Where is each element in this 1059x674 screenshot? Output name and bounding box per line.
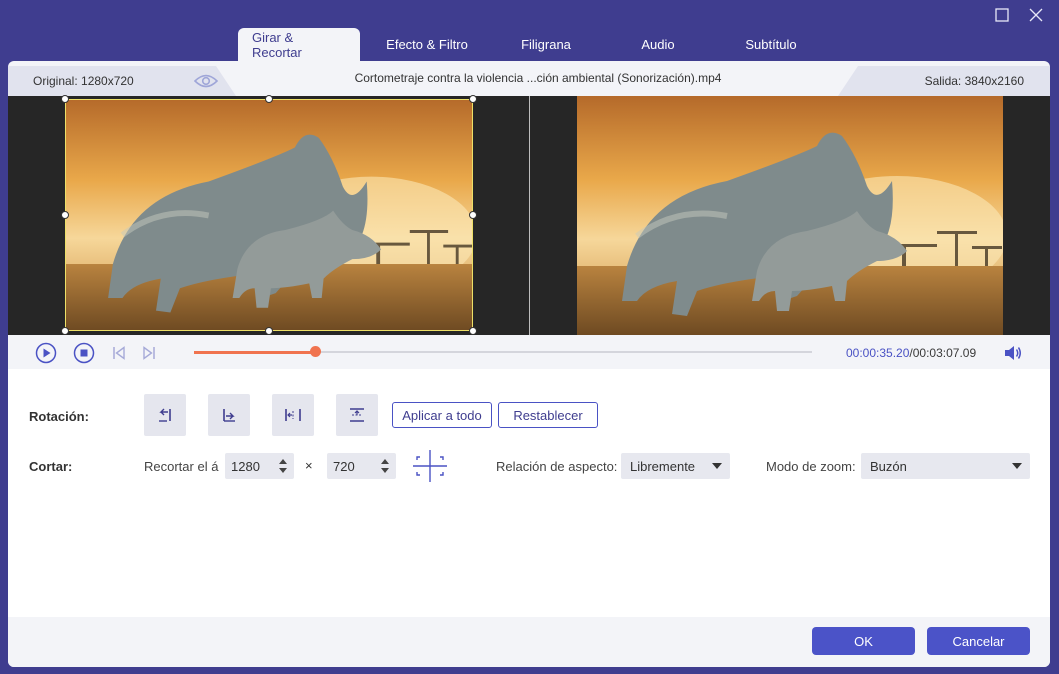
- flip-horizontal-icon: [285, 409, 301, 421]
- flip-horizontal-button[interactable]: [272, 394, 314, 436]
- cancel-button[interactable]: Cancelar: [927, 627, 1030, 655]
- aspect-ratio-select[interactable]: Libremente: [621, 453, 730, 479]
- output-resolution: Salida: 3840x2160: [924, 74, 1024, 88]
- center-crop-icon[interactable]: [411, 450, 449, 482]
- preview-area: [8, 95, 1050, 335]
- skip-back-icon: [113, 346, 125, 360]
- tab-bar: Girar & Recortar Efecto & Filtro Filigra…: [238, 28, 824, 61]
- skip-forward-icon: [143, 346, 155, 360]
- info-bar: Original: 1280x720 Cortometraje contra l…: [8, 66, 1050, 96]
- crop-area-label: Recortar el á: [144, 459, 219, 474]
- apply-to-all-button[interactable]: Aplicar a todo: [392, 402, 492, 428]
- tab-rotate-crop[interactable]: Girar & Recortar: [238, 28, 360, 61]
- progress-bar[interactable]: [194, 346, 812, 357]
- volume-icon: [1005, 346, 1021, 360]
- crop-handle[interactable]: [61, 327, 69, 335]
- aspect-ratio-value: Libremente: [630, 459, 696, 474]
- rotate-crop-dialog: Girar & Recortar Efecto & Filtro Filigra…: [0, 0, 1059, 674]
- crop-width-stepper[interactable]: 1280: [225, 453, 294, 479]
- progress-fill: [194, 351, 315, 354]
- zoom-mode-label: Modo de zoom:: [766, 459, 856, 474]
- chevron-down-icon: [1012, 463, 1022, 469]
- original-resolution: Original: 1280x720: [33, 74, 134, 88]
- maximize-icon: [995, 8, 1009, 22]
- next-frame-button[interactable]: [140, 341, 158, 365]
- progress-knob[interactable]: [309, 346, 321, 357]
- volume-button[interactable]: [1002, 341, 1024, 365]
- rotate-left-button[interactable]: [144, 394, 186, 436]
- crop-width-value: 1280: [231, 459, 260, 474]
- rotate-right-button[interactable]: [208, 394, 250, 436]
- total-time: 00:03:07.09: [912, 346, 977, 360]
- crop-rectangle[interactable]: [65, 99, 473, 331]
- crop-handle[interactable]: [469, 211, 477, 219]
- close-icon: [1029, 8, 1043, 22]
- maximize-button[interactable]: [991, 4, 1013, 26]
- previous-frame-button[interactable]: [110, 341, 128, 365]
- crop-handle[interactable]: [265, 95, 273, 103]
- eye-icon[interactable]: [194, 73, 218, 89]
- current-time: 00:00:35.20: [846, 346, 910, 360]
- crop-handle[interactable]: [265, 327, 273, 335]
- tab-subtitle[interactable]: Subtítulo: [718, 28, 824, 61]
- play-icon: [35, 342, 57, 364]
- increment-icon[interactable]: [380, 457, 390, 465]
- play-button[interactable]: [34, 341, 58, 365]
- main-panel: Original: 1280x720 Cortometraje contra l…: [8, 61, 1050, 667]
- decrement-icon[interactable]: [380, 467, 390, 475]
- tab-audio[interactable]: Audio: [598, 28, 718, 61]
- stop-button[interactable]: [72, 341, 96, 365]
- reset-button[interactable]: Restablecer: [498, 402, 598, 428]
- settings-area: Rotación: Aplicar a todo Restablecer Cor…: [8, 369, 1050, 617]
- rotation-label: Rotación:: [29, 409, 89, 424]
- crop-height-stepper[interactable]: 720: [327, 453, 396, 479]
- decrement-icon[interactable]: [278, 467, 288, 475]
- time-display: 00:00:35.20/00:03:07.09: [846, 346, 976, 360]
- zoom-mode-select[interactable]: Buzón: [861, 453, 1030, 479]
- crop-height-value: 720: [333, 459, 355, 474]
- dialog-footer: OK Cancelar: [8, 617, 1050, 667]
- flip-vertical-button[interactable]: [336, 394, 378, 436]
- crop-handle[interactable]: [469, 327, 477, 335]
- increment-icon[interactable]: [278, 457, 288, 465]
- chevron-down-icon: [712, 463, 722, 469]
- crop-handle[interactable]: [61, 211, 69, 219]
- crop-handle[interactable]: [469, 95, 477, 103]
- playback-controls: 00:00:35.20/00:03:07.09: [8, 335, 1050, 369]
- flip-vertical-icon: [350, 408, 364, 422]
- output-video-frame: [577, 96, 1003, 335]
- tab-effect-filter[interactable]: Efecto & Filtro: [360, 28, 494, 61]
- zoom-mode-value: Buzón: [870, 459, 907, 474]
- close-button[interactable]: [1025, 4, 1047, 26]
- aspect-ratio-label: Relación de aspecto:: [496, 459, 618, 474]
- crop-label: Cortar:: [29, 459, 73, 474]
- preview-divider: [529, 96, 530, 335]
- stop-icon: [73, 342, 95, 364]
- crop-handle[interactable]: [61, 95, 69, 103]
- tab-watermark[interactable]: Filigrana: [494, 28, 598, 61]
- rotate-left-icon: [159, 408, 171, 422]
- ok-button[interactable]: OK: [812, 627, 915, 655]
- file-name: Cortometraje contra la violencia ...ción…: [354, 71, 722, 85]
- rotate-right-icon: [223, 409, 235, 422]
- rhino-scene-image: [577, 96, 1003, 335]
- dimension-separator: ×: [305, 458, 313, 473]
